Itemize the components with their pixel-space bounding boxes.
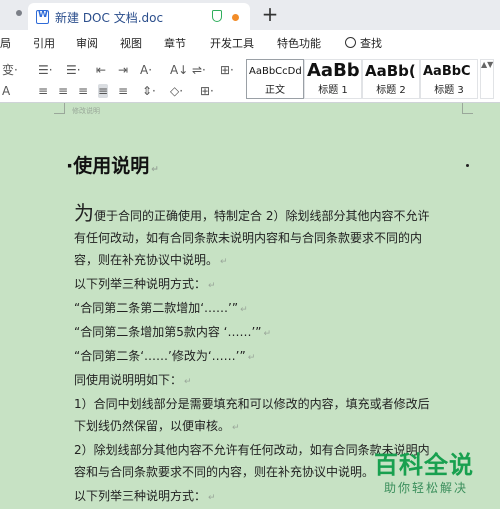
document-heading-text: 使用说明 <box>73 155 150 177</box>
paragraph-8-text: 同使用说明明如下： <box>74 373 183 387</box>
menu-section[interactable]: 章节 <box>164 35 186 51</box>
decrease-indent-button[interactable]: ⇤ <box>96 63 106 77</box>
style-normal[interactable]: AaBbCcDd 正文 <box>246 59 304 99</box>
align-right-button[interactable]: ≡ <box>78 84 88 98</box>
document-heading[interactable]: ·使用说明 ↵ <box>66 151 159 178</box>
paragraph-mark: ↵ <box>247 353 256 363</box>
paragraph-7[interactable]: “合同第二条‘……’修改为‘……’” ↵ <box>74 347 255 364</box>
style-normal-name: 正文 <box>265 85 285 96</box>
paragraph-mark: ↵ <box>220 257 228 267</box>
border-button[interactable]: ⊞· <box>200 84 214 98</box>
tab-bar: 新建 DOC 文档.doc + <box>0 0 500 31</box>
align-center-button[interactable]: ≡ <box>58 84 68 98</box>
word-doc-icon <box>36 10 49 24</box>
document-tab[interactable]: 新建 DOC 文档.doc <box>28 3 250 31</box>
paragraph-4-text: 以下列举三种说明方式： <box>74 277 207 291</box>
paragraph-5[interactable]: “合同第二条第二款增加‘……’” ↵ <box>74 299 248 316</box>
paragraph-6[interactable]: “合同第二条增加第5款内容 ‘……’” ↵ <box>74 323 271 340</box>
align-left-button[interactable]: ≡ <box>38 84 48 98</box>
ribbon-toolbar: 变· ☰· ☰· ⇤ ⇥ A· A↓ ⇌· ⊞· A ≡ ≡ ≡ ≡ ≡ ⇕· … <box>0 55 500 103</box>
paragraph-1[interactable]: 为便于合同的正确使用，特制定合 2）除划线部分其他内容不允许 <box>74 197 429 226</box>
shield-icon <box>212 10 222 22</box>
menu-references[interactable]: 引用 <box>33 35 55 51</box>
watermark-logo: 百科全说 助你轻松解决 <box>366 445 490 499</box>
new-tab-button[interactable]: + <box>260 2 280 26</box>
paragraph-4[interactable]: 以下列举三种说明方式： ↵ <box>74 275 216 292</box>
menu-layout[interactable]: 局 <box>0 35 11 51</box>
menu-view[interactable]: 视图 <box>120 35 142 51</box>
paragraph-13-text: 以下列举三种说明方式： <box>74 489 207 503</box>
paragraph-8[interactable]: 同使用说明明如下： ↵ <box>74 371 192 388</box>
line-spacing-button[interactable]: ⇕· <box>142 84 156 98</box>
style-gallery: AaBbCcDd 正文 AaBb 标题 1 AaBb( 标题 2 AaBbC 标… <box>246 59 478 99</box>
watermark-title: 百科全说 <box>374 451 474 479</box>
search-icon <box>345 37 356 48</box>
unsaved-indicator-icon[interactable] <box>232 14 239 21</box>
menu-review[interactable]: 审阅 <box>76 35 98 51</box>
paragraph-mark: ↵ <box>208 493 216 503</box>
menu-special-features[interactable]: 特色功能 <box>277 35 321 51</box>
style-heading-3-name: 标题 3 <box>434 85 464 96</box>
paragraph-9[interactable]: 1）合同中划线部分是需要填充和可以修改的内容，填充或者修改后 <box>74 395 430 412</box>
font-case-button[interactable]: A· <box>140 63 152 77</box>
paragraph-mark: ↵ <box>263 329 272 339</box>
paragraph-13[interactable]: 以下列举三种说明方式： ↵ <box>74 487 216 504</box>
menu-developer-tools[interactable]: 开发工具 <box>210 35 254 51</box>
font-effect-button[interactable]: 变· <box>2 63 18 77</box>
paragraph-mark: ↵ <box>240 305 248 315</box>
text-color-button[interactable]: A <box>2 84 10 98</box>
distributed-align-button[interactable]: ≡ <box>118 84 128 98</box>
style-heading-2[interactable]: AaBb( 标题 2 <box>362 59 420 99</box>
heading-end-dot <box>466 164 469 167</box>
paragraph-3[interactable]: 容，则在补充协议中说明。 ↵ <box>74 251 228 268</box>
paragraph-mark: ↵ <box>208 281 216 291</box>
table-button[interactable]: ⊞· <box>220 63 234 77</box>
style-gallery-scroll[interactable]: ▲▼ <box>480 59 494 99</box>
style-normal-sample: AaBbCcDd <box>249 66 302 77</box>
shading-button[interactable]: ◇· <box>170 84 183 98</box>
line-break-button[interactable]: ⇌· <box>192 63 206 77</box>
paragraph-3-text: 容，则在补充协议中说明。 <box>74 253 219 267</box>
style-heading-1-name: 标题 1 <box>318 85 348 96</box>
bullet-list-button[interactable]: ☰· <box>38 63 53 77</box>
paragraph-1-text: 便于合同的正确使用，特制定合 2）除划线部分其他内容不允许 <box>94 209 430 223</box>
paragraph-mark: ↵ <box>151 165 159 175</box>
menu-search-label: 查找 <box>360 37 382 50</box>
margin-mark-top-right <box>462 103 473 114</box>
paragraph-2[interactable]: 有任何改动，如有合同条款未说明内容和与合同条款要求不同的内 <box>74 229 422 246</box>
justify-button[interactable]: ≡ <box>98 84 109 98</box>
paragraph-10-text: 下划线仍然保留，以便审核。 <box>74 419 231 433</box>
style-heading-2-name: 标题 2 <box>376 85 406 96</box>
style-heading-1[interactable]: AaBb 标题 1 <box>304 59 362 99</box>
document-tab-title: 新建 DOC 文档.doc <box>55 11 164 25</box>
style-heading-3-sample: AaBbC <box>423 64 471 79</box>
menu-search[interactable]: 查找 <box>345 35 382 51</box>
increase-indent-button[interactable]: ⇥ <box>118 63 128 77</box>
paragraph-6-text: “合同第二条增加第5款内容 ‘……’” <box>74 325 262 339</box>
paragraph-12[interactable]: 容和与合同条款要求不同的内容，则在补充协议中说明。 <box>74 463 374 480</box>
style-heading-3[interactable]: AaBbC 标题 3 <box>420 59 478 99</box>
menu-bar: 局 引用 审阅 视图 章节 开发工具 特色功能 查找 <box>0 30 500 55</box>
paragraph-10[interactable]: 下划线仍然保留，以便审核。 ↵ <box>74 417 240 434</box>
paragraph-5-text: “合同第二条第二款增加‘……’” <box>74 301 239 315</box>
margin-mark-top-left <box>54 103 65 114</box>
paragraph-mark: ↵ <box>184 377 192 387</box>
paragraph-7-text: “合同第二条‘……’修改为‘……’” <box>74 349 246 363</box>
paragraph-mark: ↵ <box>232 423 240 433</box>
watermark-subtitle: 助你轻松解决 <box>384 481 469 495</box>
header-text-crop: 修改说明 <box>72 107 100 115</box>
numbered-list-button[interactable]: ☰· <box>66 63 81 77</box>
style-heading-1-sample: AaBb <box>307 60 360 81</box>
home-tab-icon[interactable] <box>16 10 22 16</box>
style-heading-2-sample: AaBb( <box>365 62 416 80</box>
drop-cap: 为 <box>74 201 94 225</box>
sort-button[interactable]: A↓ <box>170 63 188 77</box>
